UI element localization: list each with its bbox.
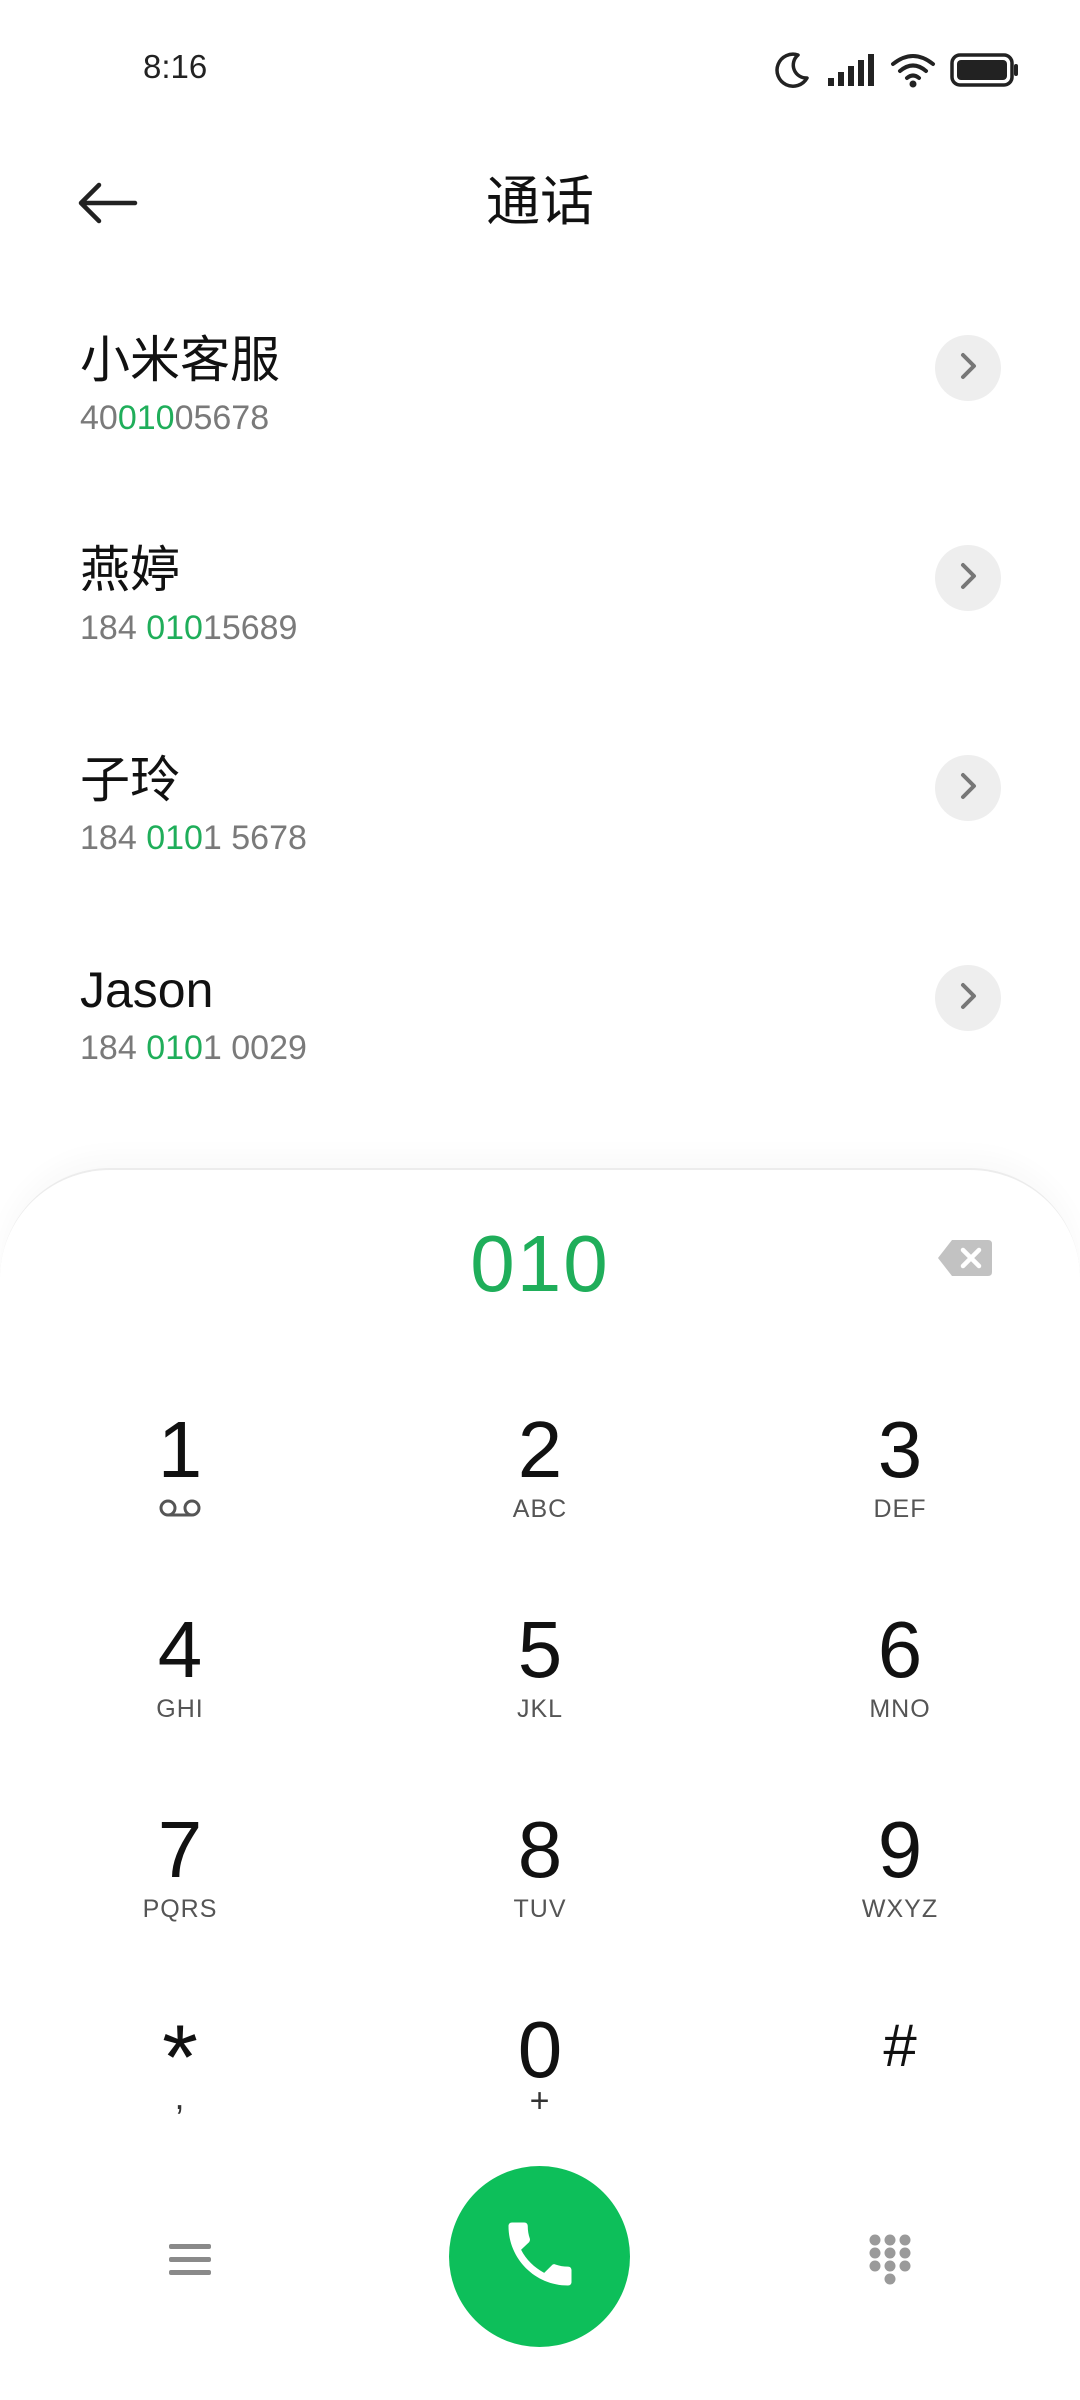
chevron-right-icon	[955, 561, 981, 596]
key-2[interactable]: 2 ABC	[390, 1402, 690, 1582]
contact-detail-button[interactable]	[935, 335, 1001, 401]
key-1[interactable]: 1	[30, 1402, 330, 1582]
key-3[interactable]: 3 DEF	[750, 1402, 1050, 1582]
contact-item[interactable]: 燕婷 184 01015689	[0, 500, 1080, 710]
key-digit: 7	[157, 1805, 203, 1894]
key-digit: #	[883, 2012, 917, 2079]
key-letters: DEF	[873, 1495, 927, 1523]
contact-name: 燕婷	[80, 542, 180, 598]
key-4[interactable]: 4 GHI	[30, 1602, 330, 1782]
contact-number: 184 0101 0029	[80, 1028, 307, 1068]
key-6[interactable]: 6 MNO	[750, 1602, 1050, 1782]
menu-button[interactable]	[155, 2227, 225, 2297]
key-digit: 3	[877, 1405, 923, 1494]
key-8[interactable]: 8 TUV	[390, 1802, 690, 1982]
number-prefix: 184	[80, 819, 147, 857]
key-letters: GHI	[156, 1695, 204, 1723]
key-star[interactable]: * ,	[30, 2002, 330, 2182]
key-letters: ABC	[512, 1495, 568, 1523]
number-suffix: 05678	[174, 399, 270, 437]
key-0[interactable]: 0 +	[390, 2002, 690, 2182]
key-digit: 6	[877, 1605, 923, 1694]
keypad-icon	[867, 2232, 913, 2293]
key-5[interactable]: 5 JKL	[390, 1602, 690, 1782]
contact-name: 小米客服	[80, 332, 280, 388]
key-letters: JKL	[516, 1695, 564, 1723]
dialed-number-display[interactable]: 010	[0, 1216, 1080, 1312]
number-suffix: 15689	[202, 609, 298, 647]
number-match-highlight: 010	[146, 609, 203, 647]
dialer-screen: 8:16 通话 小米客服 4001005678 燕婷 184 01015689 …	[0, 0, 1080, 2400]
contact-item[interactable]: Jason 184 0101 0029	[0, 920, 1080, 1130]
number-match-highlight: 010	[117, 399, 175, 437]
chevron-right-icon	[955, 351, 981, 386]
contact-name: 子玲	[80, 752, 180, 808]
backspace-icon	[936, 1238, 994, 1283]
battery-icon	[950, 52, 1020, 88]
number-prefix: 184	[80, 1029, 147, 1067]
number-suffix: 1 0029	[202, 1029, 307, 1067]
dialpad-panel: 010 1 2 ABC 3 DEF 4 GHI 5 JKL 6 MNO 7 PQ…	[0, 1168, 1080, 2400]
call-button[interactable]	[449, 2166, 630, 2347]
contact-detail-button[interactable]	[935, 965, 1001, 1031]
page-title: 通话	[486, 172, 594, 232]
signal-icon	[826, 52, 876, 88]
header: 通话	[0, 140, 1080, 290]
hamburger-menu-icon	[167, 2240, 213, 2285]
contact-number: 4001005678	[80, 398, 269, 438]
contact-number: 184 01015689	[80, 608, 297, 648]
status-bar: 8:16	[0, 0, 1080, 140]
contact-detail-button[interactable]	[935, 545, 1001, 611]
backspace-button[interactable]	[930, 1234, 1000, 1286]
number-prefix: 40	[80, 399, 118, 437]
key-hash[interactable]: #	[750, 2002, 1050, 2182]
phone-icon	[498, 2212, 582, 2301]
number-match-highlight: 010	[146, 819, 203, 857]
moon-icon	[772, 50, 812, 90]
key-letters: +	[529, 2082, 551, 2120]
key-letters: MNO	[869, 1695, 931, 1723]
key-letters: TUV	[513, 1895, 567, 1923]
key-letters: ,	[174, 2076, 186, 2117]
key-digit: 4	[157, 1605, 203, 1694]
key-digit: 8	[517, 1805, 563, 1894]
contact-number: 184 0101 5678	[80, 818, 307, 858]
number-prefix: 184	[80, 609, 147, 647]
contact-name: Jason	[80, 962, 214, 1018]
status-icons	[772, 48, 1020, 92]
key-digit: 1	[157, 1405, 203, 1494]
chevron-right-icon	[955, 771, 981, 806]
key-digit: 9	[877, 1805, 923, 1894]
key-letters: PQRS	[142, 1895, 218, 1923]
number-match-highlight: 010	[146, 1029, 203, 1067]
voicemail-icon	[30, 1497, 330, 1519]
number-suffix: 1 5678	[202, 819, 307, 857]
contact-detail-button[interactable]	[935, 755, 1001, 821]
key-7[interactable]: 7 PQRS	[30, 1802, 330, 1982]
key-digit: 2	[517, 1405, 563, 1494]
dialer-bottom-bar	[0, 2162, 1080, 2352]
keypad-toggle-button[interactable]	[855, 2222, 925, 2302]
key-9[interactable]: 9 WXYZ	[750, 1802, 1050, 1982]
status-time: 8:16	[143, 48, 208, 85]
contact-item[interactable]: 小米客服 4001005678	[0, 290, 1080, 500]
key-letters: WXYZ	[861, 1895, 939, 1923]
chevron-right-icon	[955, 981, 981, 1016]
key-digit: 5	[517, 1605, 563, 1694]
wifi-icon	[890, 52, 936, 88]
contact-item[interactable]: 子玲 184 0101 5678	[0, 710, 1080, 920]
